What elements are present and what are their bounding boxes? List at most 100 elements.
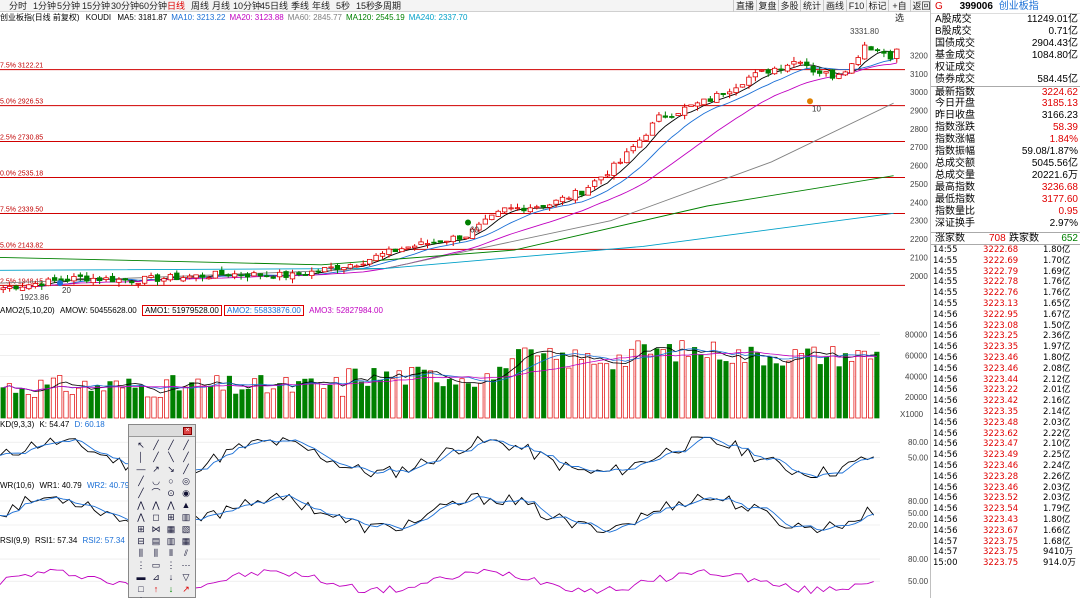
drawing-tool-button[interactable]: ↓ <box>165 571 177 583</box>
drawing-tool-button[interactable]: ⌒ <box>150 487 162 499</box>
drawing-tool-button[interactable]: ⋀ <box>135 499 147 511</box>
tick-price: 3223.08 <box>983 320 1019 331</box>
volume-bar <box>830 346 836 419</box>
drawing-tool-button[interactable]: ⋯ <box>180 559 192 571</box>
drawing-tool-button[interactable]: ⊞ <box>165 511 177 523</box>
drawing-tool-button[interactable]: ▽ <box>180 571 192 583</box>
timeframe-tab[interactable]: 年线 <box>312 0 330 12</box>
toolbar-button[interactable]: F10 <box>846 0 866 12</box>
drawing-tool-button[interactable]: ↗ <box>180 583 192 595</box>
drawing-tool-button[interactable]: ◉ <box>180 487 192 499</box>
drawing-tool-button[interactable]: ▥ <box>180 511 192 523</box>
toolbar-button[interactable]: 画线 <box>823 0 846 12</box>
tick-row: 14:56 3223.46 2.24亿 <box>931 461 1080 472</box>
drawing-tool-button[interactable]: ▦ <box>165 523 177 535</box>
drawing-tool-button[interactable]: ╱ <box>135 487 147 499</box>
timeframe-tab[interactable]: 30分钟 <box>111 0 139 12</box>
volume-bar <box>132 387 138 419</box>
timeframe-tab[interactable]: 15秒 <box>356 0 375 12</box>
drawing-tool-button[interactable]: ↓ <box>165 583 177 595</box>
drawing-tool-button[interactable]: ╱ <box>135 475 147 487</box>
drawing-tool-button[interactable]: ⋮ <box>135 559 147 571</box>
timeframe-tab[interactable]: 5分钟 <box>57 0 80 12</box>
drawing-tool-button[interactable]: ⊙ <box>165 487 177 499</box>
volume-bar <box>434 382 440 419</box>
drawing-tool-button[interactable]: ↑ <box>150 583 162 595</box>
drawing-tool-button[interactable]: □ <box>135 583 147 595</box>
drawing-tool-button[interactable]: ⊿ <box>150 571 162 583</box>
drawing-tool-button[interactable]: ▬ <box>135 571 147 583</box>
drawing-tool-button[interactable]: ↘ <box>165 463 177 475</box>
drawing-tool-button[interactable]: ▲ <box>180 499 192 511</box>
drawing-tool-button[interactable]: │ <box>135 451 147 463</box>
volume-bar <box>164 379 170 419</box>
timeframe-tab[interactable]: 季线 <box>291 0 309 12</box>
timeframe-tab[interactable]: 15分钟 <box>82 0 110 12</box>
close-icon[interactable]: × <box>183 427 192 435</box>
drawing-tool-button[interactable]: ○ <box>165 475 177 487</box>
drawing-tool-button[interactable]: — <box>135 463 147 475</box>
drawing-tool-button[interactable]: ▦ <box>180 535 192 547</box>
timeframe-tab[interactable]: 45日线 <box>260 0 288 12</box>
drawing-tool-button[interactable]: ▥ <box>165 535 177 547</box>
timeframe-tab[interactable]: 月线 <box>212 0 230 12</box>
candle <box>328 266 334 269</box>
amo-volume-chart[interactable]: 80000 60000 40000 20000 X1000 <box>0 318 930 420</box>
toolbar-button[interactable]: 标记 <box>866 0 888 12</box>
tick-vol: 1.67亿 <box>1043 309 1071 320</box>
toolbar-button[interactable]: 统计 <box>800 0 823 12</box>
drawing-tool-button[interactable]: ◻ <box>150 511 162 523</box>
candle <box>399 248 405 253</box>
drawing-tool-button[interactable]: ⋀ <box>135 511 147 523</box>
candle <box>456 235 463 240</box>
timeframe-tab[interactable]: 10分钟 <box>233 0 261 12</box>
toolbar-button[interactable]: +自选 <box>888 0 910 23</box>
toolbar-button[interactable]: 返回 <box>910 0 932 12</box>
drawing-tool-button[interactable]: ⊟ <box>135 535 147 547</box>
drawing-tool-button[interactable]: ⫴ <box>165 547 177 559</box>
timeframe-tab[interactable]: 日线 <box>167 0 185 12</box>
toolbar-button[interactable]: 多股 <box>778 0 800 12</box>
drawing-tool-button[interactable]: ▧ <box>180 523 192 535</box>
drawing-tool-button[interactable]: ⋀ <box>165 499 177 511</box>
candle <box>643 134 649 141</box>
tick-list[interactable]: 14:55 3222.68 1.80亿 14:55 3222.69 1.70亿 14:55 3… <box>931 244 1080 569</box>
drawing-tool-button[interactable]: ⫽ <box>180 547 192 559</box>
drawing-tool-button[interactable]: ↖ <box>135 439 147 451</box>
timeframe-tab[interactable]: 1分钟 <box>33 0 56 12</box>
timeframe-tab[interactable]: 60分钟 <box>139 0 167 12</box>
candlestick-chart[interactable]: 3200 3100 3000 2900 2800 2700 2600 2500 2400 2300… <box>0 24 930 302</box>
toolbar-button[interactable]: 复盘 <box>756 0 778 12</box>
drawing-tool-button[interactable]: ⫼ <box>135 547 147 559</box>
timeframe-tab[interactable]: 多周期 <box>374 0 401 12</box>
volume-bar <box>459 378 465 419</box>
drawing-tool-button[interactable]: ╱ <box>165 439 177 451</box>
drawing-tool-button[interactable]: ◡ <box>150 475 162 487</box>
drawing-tool-button[interactable]: ⋈ <box>150 523 162 535</box>
tick-vol: 2.10亿 <box>1043 439 1071 450</box>
drawing-tool-button[interactable]: ╱ <box>180 463 192 475</box>
drawing-tool-button[interactable]: ╱ <box>180 451 192 463</box>
drawing-tool-button[interactable]: ⋮ <box>165 559 177 571</box>
drawing-tool-button[interactable]: ╱ <box>150 451 162 463</box>
timeframe-tab[interactable]: 分时 <box>9 0 27 12</box>
tick-row: 14:56 3223.47 2.10亿 <box>931 439 1080 450</box>
palette-titlebar[interactable]: × <box>129 425 195 437</box>
candle <box>816 70 823 74</box>
drawing-tool-button[interactable]: ⊞ <box>135 523 147 535</box>
timeframe-tab[interactable]: 周线 <box>191 0 209 12</box>
tick-price: 3223.52 <box>983 493 1019 504</box>
drawing-tool-button[interactable]: ↗ <box>150 463 162 475</box>
drawing-tool-button[interactable]: ▭ <box>150 559 162 571</box>
tick-vol: 2.12亿 <box>1043 374 1071 385</box>
drawing-tool-palette[interactable]: × ↖ ╱ ╱ ╱ │ ╱ ╲ ╱ — ↗ ↘ ╱ ╱ ◡ ○ ◎ ╱ ⌒ ⊙ ◉ ⋀ ⋀ ⋀ ▲ ⋀ ◻ ⊞ ▥ ⊞ ⋈ ▦ ▧ ⊟ ▤ ▥ ▦ ⫼ ⫼… <box>128 424 196 598</box>
timeframe-tab[interactable]: 5秒 <box>336 0 350 12</box>
drawing-tool-button[interactable]: ╱ <box>150 439 162 451</box>
drawing-tool-button[interactable]: ▤ <box>150 535 162 547</box>
drawing-tool-button[interactable]: ╱ <box>180 439 192 451</box>
drawing-tool-button[interactable]: ⫼ <box>150 547 162 559</box>
toolbar-button[interactable]: 直播 <box>733 0 756 12</box>
drawing-tool-button[interactable]: ⋀ <box>150 499 162 511</box>
drawing-tool-button[interactable]: ╲ <box>165 451 177 463</box>
drawing-tool-button[interactable]: ◎ <box>180 475 192 487</box>
